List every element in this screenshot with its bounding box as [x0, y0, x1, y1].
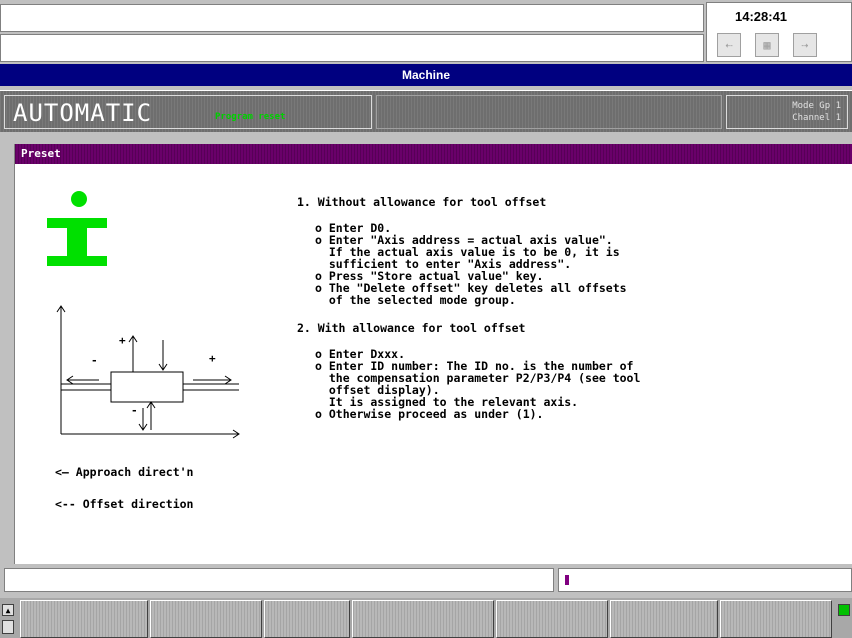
- toolbar-icon-1[interactable]: ⇠: [717, 33, 741, 57]
- mode-group-panel: Mode Gp 1 Channel 1: [726, 95, 848, 129]
- clock-panel: 14:28:41 ⇠ ▦ ⇢: [706, 2, 852, 62]
- offset-diagram: + - + -: [56, 305, 240, 439]
- window-title: Machine: [401, 68, 450, 82]
- mode-status: Program reset: [215, 112, 286, 122]
- softkey-2[interactable]: [150, 600, 262, 638]
- legend-approach: <— Approach direct'n: [55, 465, 194, 479]
- recall-icon[interactable]: [2, 620, 14, 634]
- softkey-7[interactable]: [720, 600, 832, 638]
- scroll-up-icon[interactable]: ▲: [2, 604, 14, 616]
- softkey-6[interactable]: [610, 600, 718, 638]
- toolbar-icon-2[interactable]: ▦: [755, 33, 779, 57]
- diagram-plus-right: +: [209, 352, 216, 365]
- diagram-minus-left: -: [91, 354, 98, 367]
- diagram-plus-left: +: [119, 334, 126, 347]
- section2-heading: 2. With allowance for tool offset: [297, 321, 526, 335]
- top-input-field-1[interactable]: [0, 4, 704, 32]
- top-input-field-2[interactable]: [0, 34, 704, 62]
- mode-message-area: [376, 95, 722, 129]
- mode-group-label: Mode Gp 1: [792, 101, 841, 111]
- instructions: 1. Without allowance for tool offset o E…: [297, 196, 640, 420]
- preset-panel: Preset + - + - <— Approach direct'n <-- …: [14, 144, 852, 564]
- toolbar-icon-3[interactable]: ⇢: [793, 33, 817, 57]
- list-item: o Otherwise proceed as under (1).: [315, 407, 544, 421]
- panel-header: Preset: [15, 144, 852, 164]
- title-bar: Machine: [0, 64, 852, 86]
- softkey-3[interactable]: [264, 600, 350, 638]
- section1-heading: 1. Without allowance for tool offset: [297, 195, 547, 209]
- panel-title: Preset: [21, 147, 61, 160]
- softkey-4[interactable]: [352, 600, 494, 638]
- command-input[interactable]: [558, 568, 852, 592]
- text-cursor: [565, 575, 569, 585]
- mode-panel: AUTOMATIC Program reset: [4, 95, 372, 129]
- clock-time: 14:28:41: [735, 9, 788, 24]
- channel-label: Channel 1: [792, 113, 841, 123]
- mode-name: AUTOMATIC: [13, 99, 153, 127]
- channel-indicator: [838, 604, 850, 616]
- diagram-minus-bottom: -: [131, 404, 138, 417]
- list-item: of the selected mode group.: [315, 293, 516, 307]
- info-icon: [47, 191, 107, 266]
- mode-bar: AUTOMATIC Program reset Mode Gp 1 Channe…: [0, 90, 852, 132]
- softkey-1[interactable]: [20, 600, 148, 638]
- legend-offset: <-- Offset direction: [55, 497, 194, 511]
- softkey-5[interactable]: [496, 600, 608, 638]
- message-line: [4, 568, 554, 592]
